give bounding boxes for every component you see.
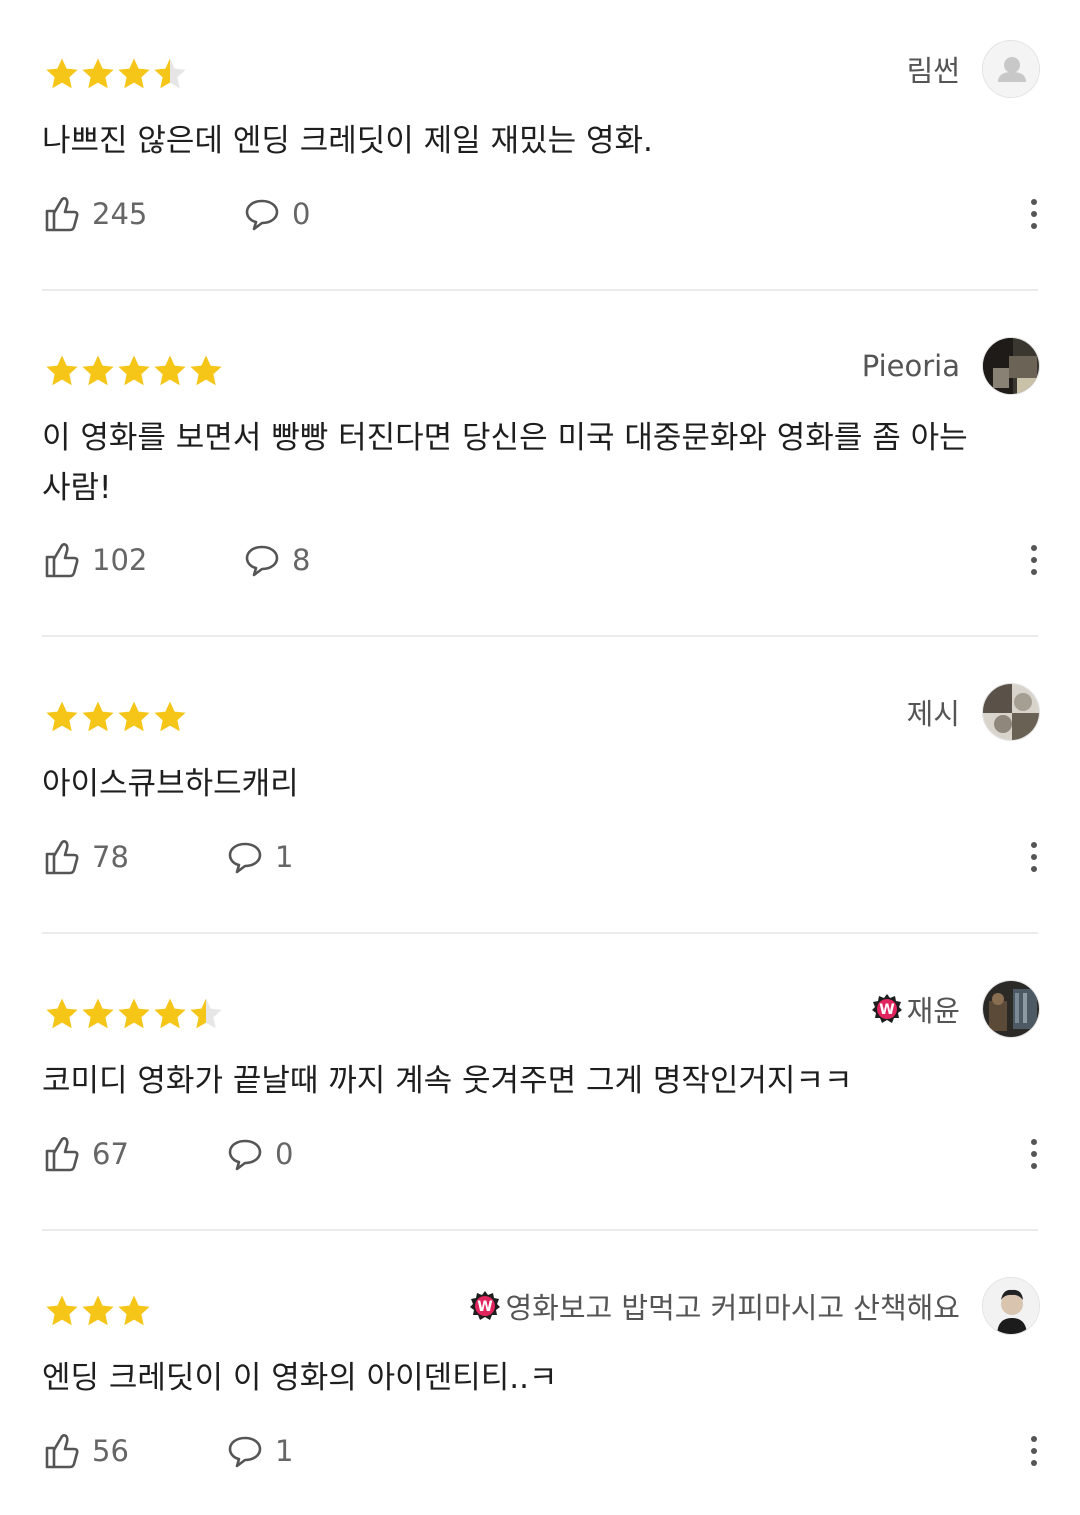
star-icon bbox=[116, 1293, 152, 1329]
more-options-icon[interactable] bbox=[1028, 196, 1040, 232]
like-count: 102 bbox=[92, 543, 148, 577]
star-icon bbox=[44, 1293, 80, 1329]
star-icon bbox=[152, 353, 188, 389]
star-rating bbox=[44, 56, 188, 92]
svg-text:W: W bbox=[478, 1299, 493, 1315]
reply-button[interactable]: 0 bbox=[227, 1134, 293, 1174]
more-options-icon[interactable] bbox=[1028, 1136, 1040, 1172]
divider bbox=[42, 289, 1038, 291]
star-icon bbox=[44, 353, 80, 389]
review-user[interactable]: W 재윤 bbox=[871, 980, 1040, 1038]
review-comment: 엔딩 크레딧이 이 영화의 아이덴티티..ㅋ bbox=[42, 1360, 558, 1396]
reply-count: 0 bbox=[292, 197, 311, 231]
like-count: 245 bbox=[92, 197, 148, 231]
like-count: 67 bbox=[92, 1137, 129, 1171]
star-icon bbox=[116, 353, 152, 389]
like-button[interactable]: 245 bbox=[44, 194, 147, 234]
like-button[interactable]: 56 bbox=[44, 1431, 129, 1471]
star-rating bbox=[44, 699, 188, 735]
like-button[interactable]: 67 bbox=[44, 1134, 129, 1174]
reply-count: 1 bbox=[275, 1434, 294, 1468]
star-icon bbox=[44, 56, 80, 92]
review-comment: 아이스큐브하드캐리 bbox=[42, 766, 299, 802]
more-options-icon[interactable] bbox=[1028, 1433, 1040, 1469]
thumbs-up-icon bbox=[44, 195, 80, 233]
user-name[interactable]: Pieoria bbox=[862, 349, 960, 383]
reply-count: 0 bbox=[275, 1137, 294, 1171]
star-icon bbox=[44, 699, 80, 735]
thumbs-up-icon bbox=[44, 1135, 80, 1173]
speech-bubble-icon bbox=[244, 542, 280, 578]
review-user[interactable]: 림썬 bbox=[907, 40, 1040, 98]
divider bbox=[42, 932, 1038, 934]
thumbs-up-icon bbox=[44, 1432, 80, 1470]
user-avatar[interactable] bbox=[982, 683, 1040, 741]
review-actions: 56 1 bbox=[44, 1431, 1040, 1471]
speech-bubble-icon bbox=[227, 1136, 263, 1172]
user-name[interactable]: 림썬 bbox=[907, 48, 960, 90]
like-count: 56 bbox=[92, 1434, 129, 1468]
star-icon bbox=[152, 996, 188, 1032]
review-actions: 78 1 bbox=[44, 837, 1040, 877]
speech-bubble-icon bbox=[227, 1433, 263, 1469]
star-icon bbox=[80, 56, 116, 92]
star-icon bbox=[80, 353, 116, 389]
thumbs-up-icon bbox=[44, 541, 80, 579]
review-comment: 이 영화를 보면서 빵빵 터진다면 당신은 미국 대중문화와 영화를 좀 아는 … bbox=[42, 420, 968, 506]
review-user[interactable]: Pieoria bbox=[862, 337, 1040, 395]
watcha-badge-icon: W bbox=[871, 993, 903, 1025]
star-icon bbox=[152, 699, 188, 735]
user-avatar[interactable] bbox=[982, 1277, 1040, 1335]
review-actions: 67 0 bbox=[44, 1134, 1040, 1174]
user-avatar[interactable] bbox=[982, 337, 1040, 395]
star-icon bbox=[80, 699, 116, 735]
like-button[interactable]: 102 bbox=[44, 540, 147, 580]
review-user[interactable]: W 영화보고 밥먹고 커피마시고 산책해요 bbox=[469, 1277, 1040, 1335]
star-icon bbox=[44, 996, 80, 1032]
review-comment: 코미디 영화가 끝날때 까지 계속 웃겨주면 그게 명작인거지ㅋㅋ bbox=[42, 1063, 853, 1099]
star-icon bbox=[116, 699, 152, 735]
reply-button[interactable]: 1 bbox=[227, 837, 293, 877]
star-rating bbox=[44, 353, 224, 389]
review-actions: 102 8 bbox=[44, 540, 1040, 580]
review-comment: 나쁘진 않은데 엔딩 크레딧이 제일 재밌는 영화. bbox=[42, 123, 653, 159]
reply-count: 1 bbox=[275, 840, 294, 874]
user-name[interactable]: 재윤 bbox=[907, 988, 960, 1030]
reply-button[interactable]: 0 bbox=[244, 194, 310, 234]
divider bbox=[42, 1229, 1038, 1231]
divider bbox=[42, 635, 1038, 637]
half-star-icon bbox=[152, 56, 188, 92]
half-star-icon bbox=[188, 996, 224, 1032]
review-user[interactable]: 제시 bbox=[907, 683, 1040, 741]
user-avatar[interactable] bbox=[982, 980, 1040, 1038]
like-count: 78 bbox=[92, 840, 129, 874]
review-actions: 245 0 bbox=[44, 194, 1040, 234]
like-button[interactable]: 78 bbox=[44, 837, 129, 877]
more-options-icon[interactable] bbox=[1028, 839, 1040, 875]
reply-count: 8 bbox=[292, 543, 311, 577]
star-icon bbox=[116, 996, 152, 1032]
default-avatar-icon[interactable] bbox=[982, 40, 1040, 98]
user-name[interactable]: 영화보고 밥먹고 커피마시고 산책해요 bbox=[505, 1285, 960, 1327]
thumbs-up-icon bbox=[44, 838, 80, 876]
star-icon bbox=[116, 56, 152, 92]
star-icon bbox=[188, 353, 224, 389]
watcha-badge-icon: W bbox=[469, 1290, 501, 1322]
star-rating bbox=[44, 996, 224, 1032]
star-icon bbox=[80, 996, 116, 1032]
svg-text:W: W bbox=[879, 1002, 894, 1018]
star-icon bbox=[80, 1293, 116, 1329]
reply-button[interactable]: 8 bbox=[244, 540, 310, 580]
user-name[interactable]: 제시 bbox=[907, 691, 960, 733]
more-options-icon[interactable] bbox=[1028, 542, 1040, 578]
star-rating bbox=[44, 1293, 152, 1329]
speech-bubble-icon bbox=[244, 196, 280, 232]
speech-bubble-icon bbox=[227, 839, 263, 875]
reply-button[interactable]: 1 bbox=[227, 1431, 293, 1471]
